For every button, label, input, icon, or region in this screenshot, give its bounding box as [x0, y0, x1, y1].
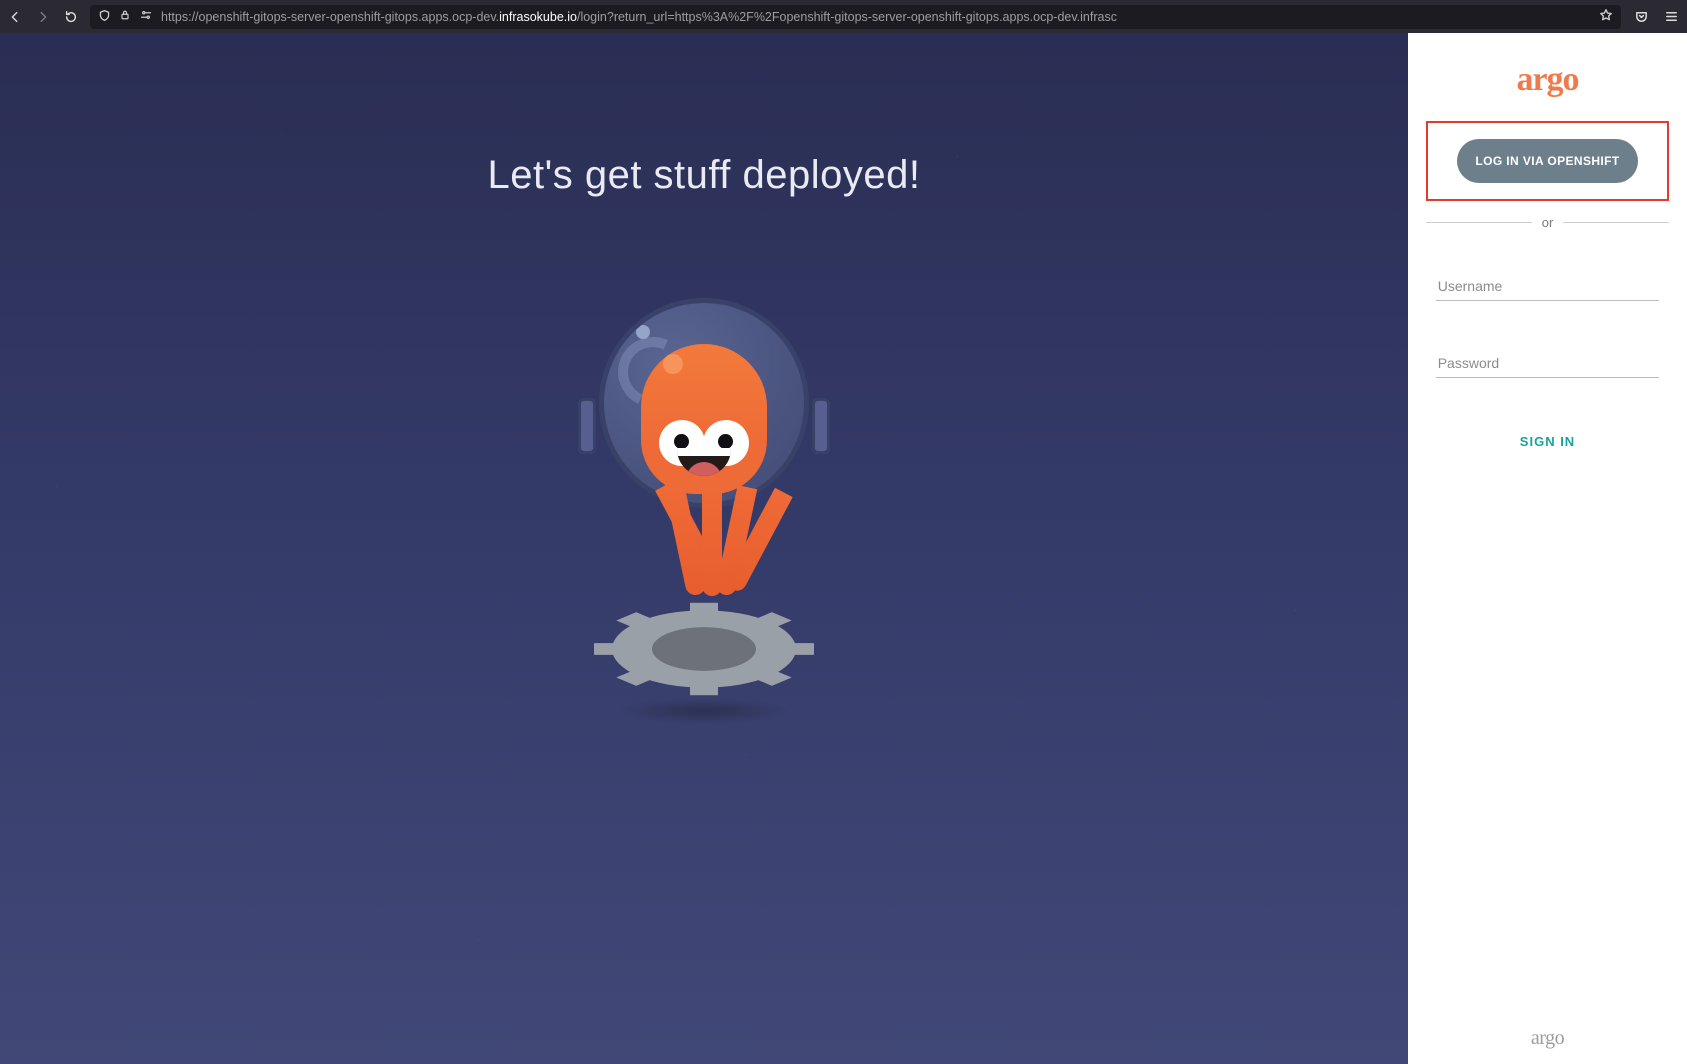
mascot-shadow [619, 698, 789, 724]
sso-highlight-box: LOG IN VIA OPENSHIFT [1426, 121, 1669, 201]
helmet-handle-left [578, 398, 596, 454]
username-input[interactable] [1436, 270, 1660, 301]
page-viewport: Let's get stuff deployed! [0, 33, 1687, 1064]
url-text: https://openshift-gitops-server-openshif… [161, 10, 1591, 24]
pocket-icon[interactable] [1633, 9, 1649, 25]
back-icon[interactable] [8, 10, 22, 24]
reload-icon[interactable] [64, 10, 78, 24]
browser-toolbar: https://openshift-gitops-server-openshif… [0, 0, 1687, 33]
bookmark-star-icon[interactable] [1599, 8, 1613, 25]
mascot-body [641, 344, 767, 494]
forward-icon[interactable] [36, 10, 50, 24]
hamburger-menu-icon[interactable] [1663, 9, 1679, 25]
panel-footer-logo: argo [1531, 1027, 1564, 1050]
hero-section: Let's get stuff deployed! [0, 33, 1408, 1064]
login-divider: or [1426, 215, 1669, 230]
argo-logo-text: argo [1516, 61, 1578, 98]
hero-headline: Let's get stuff deployed! [487, 153, 920, 198]
password-input[interactable] [1436, 347, 1660, 378]
argo-logo: argo [1516, 61, 1578, 99]
shield-icon [98, 9, 111, 25]
login-via-openshift-button[interactable]: LOG IN VIA OPENSHIFT [1457, 139, 1637, 183]
mouth [677, 448, 731, 476]
login-panel: argo LOG IN VIA OPENSHIFT or SIGN IN arg… [1408, 33, 1687, 1064]
gear-icon [589, 594, 819, 704]
argo-mascot [574, 298, 834, 718]
divider-label: or [1542, 215, 1554, 230]
helmet-handle-right [812, 398, 830, 454]
address-bar[interactable]: https://openshift-gitops-server-openshif… [90, 5, 1621, 29]
lock-icon [119, 9, 131, 24]
sign-in-button[interactable]: SIGN IN [1500, 424, 1595, 459]
permissions-icon [139, 9, 153, 24]
